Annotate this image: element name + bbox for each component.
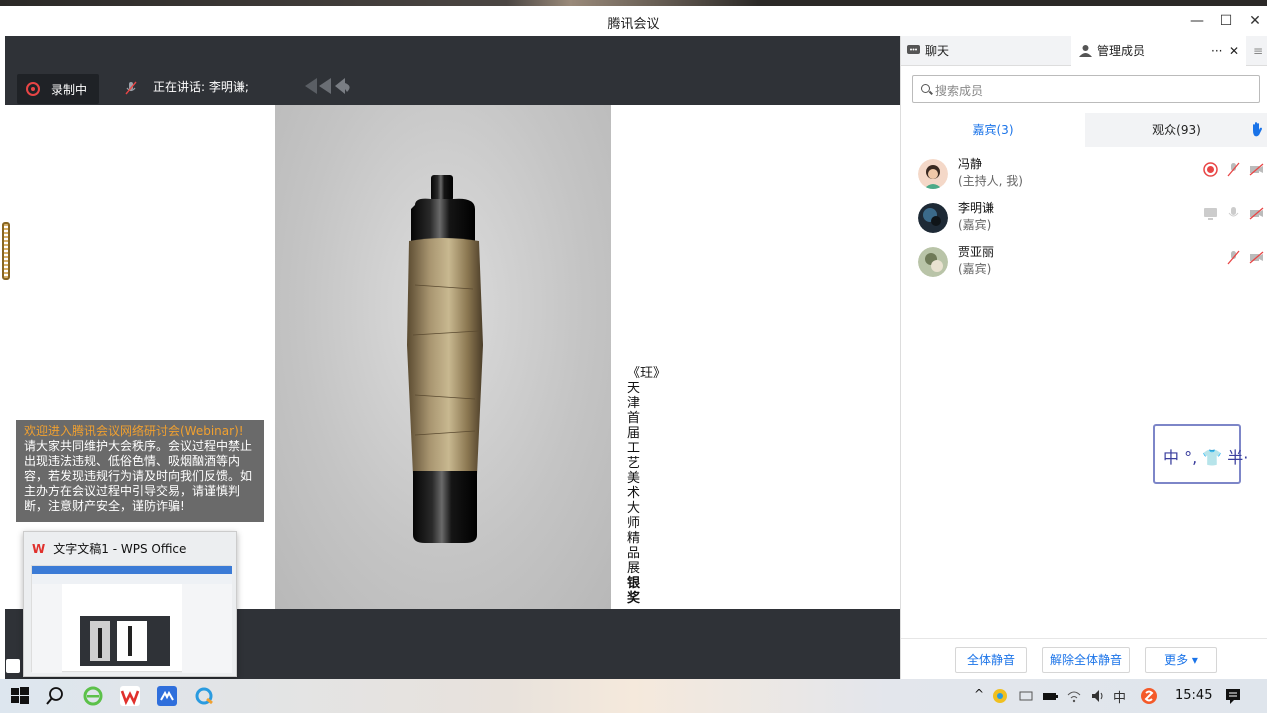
webinar-notice: 欢迎进入腾讯会议网络研讨会(Webinar)! 请大家共同维护大会秩序。会议过程…	[16, 420, 264, 522]
member-name: 李明谦	[958, 201, 995, 215]
wifi-icon[interactable]	[1066, 688, 1082, 704]
tab-members-label: 管理成员	[1097, 44, 1146, 58]
ie-browser-icon[interactable]	[82, 685, 104, 707]
caption-award: 银奖	[627, 576, 641, 606]
member-name: 冯静	[958, 157, 983, 171]
wps-taskbar-preview[interactable]: W 文字文稿1 - WPS Office	[23, 531, 237, 677]
camera-off-icon[interactable]	[1249, 206, 1264, 221]
avatar	[918, 159, 948, 189]
avatar	[918, 247, 948, 277]
tab-chat[interactable]: 聊天	[901, 36, 1071, 66]
network-icon[interactable]	[1018, 688, 1034, 704]
tencent-meeting-icon[interactable]	[156, 685, 178, 707]
recording-indicator[interactable]: 录制中	[17, 74, 99, 104]
clock[interactable]: 15:45	[1175, 688, 1212, 703]
minimize-button[interactable]: —	[1187, 12, 1207, 30]
tray-app-icon[interactable]	[992, 688, 1008, 704]
wps-preview-thumbnail	[31, 565, 232, 673]
person-icon	[1079, 45, 1092, 57]
windows-start-icon[interactable]	[9, 685, 31, 707]
ime-indicator[interactable]: 中	[1113, 687, 1126, 706]
search-icon[interactable]	[44, 685, 66, 707]
battery-icon[interactable]	[1042, 688, 1058, 704]
exhibition-caption: 《玨》天津首届工艺美术大师精品展 银奖	[627, 366, 667, 606]
caption-title: 《玨》天津首届工艺美术大师精品展	[627, 366, 667, 576]
video-top-bar: 录制中 正在讲话: 李明谦;	[5, 36, 900, 105]
search-icon	[921, 84, 930, 93]
recording-label: 录制中	[51, 83, 88, 97]
member-panel: 聊天 管理成员 ··· ✕ ≡ 搜索成员 嘉宾(3) 观众(93) 冯静 (主持…	[900, 36, 1267, 679]
signal-quality-icon	[305, 78, 350, 94]
screen-share-icon[interactable]	[6, 659, 20, 673]
chat-icon	[907, 45, 920, 54]
tab-chat-label: 聊天	[925, 44, 950, 58]
member-role: (主持人, 我)	[958, 174, 1023, 188]
role-tabs: 嘉宾(3) 观众(93)	[901, 113, 1267, 147]
mic-icon[interactable]	[1226, 206, 1241, 221]
more-button[interactable]: 更多 ▾	[1145, 647, 1217, 673]
record-icon	[1203, 162, 1218, 177]
panel-menu-icon[interactable]: ≡	[1253, 36, 1263, 66]
unmute-all-button[interactable]: 解除全体静音	[1042, 647, 1130, 673]
member-row[interactable]: 贾亚丽 (嘉宾)	[901, 242, 1267, 286]
document-thumbnail	[32, 566, 232, 673]
tab-close-button[interactable]: ✕	[1229, 36, 1239, 66]
tab-manage-members[interactable]: 管理成员 ··· ✕	[1071, 36, 1246, 66]
camera-off-icon[interactable]	[1249, 250, 1264, 265]
tab-guests[interactable]: 嘉宾(3)	[901, 113, 1085, 147]
member-search-input[interactable]: 搜索成员	[912, 75, 1260, 103]
ime-status-text: 中 °, 👕 半·	[1163, 448, 1249, 467]
wps-preview-header: W 文字文稿1 - WPS Office	[32, 540, 186, 557]
record-icon	[26, 82, 40, 96]
member-role: (嘉宾)	[958, 218, 992, 232]
member-row[interactable]: 冯静 (主持人, 我)	[901, 154, 1267, 198]
wps-logo-icon: W	[32, 542, 46, 556]
qq-browser-icon[interactable]	[193, 685, 215, 707]
muted-mic-icon[interactable]	[1226, 162, 1241, 177]
speaking-label: 正在讲话: 李明谦;	[153, 80, 249, 94]
raise-hand-icon[interactable]	[1250, 121, 1264, 137]
speaking-indicator: 正在讲话: 李明谦;	[125, 78, 249, 95]
mute-all-button[interactable]: 全体静音	[955, 647, 1027, 673]
tab-audience-label: 观众(93)	[1152, 123, 1201, 137]
member-actions: 全体静音 解除全体静音 更多 ▾	[901, 638, 1267, 679]
member-name: 贾亚丽	[958, 245, 995, 259]
floating-handle[interactable]	[2, 222, 10, 280]
notification-icon[interactable]	[1224, 687, 1242, 705]
notice-body: 请大家共同维护大会秩序。会议过程中禁止出现违法违规、低俗色情、吸烟酗酒等内容，若…	[24, 439, 253, 513]
maximize-button[interactable]: ☐	[1216, 12, 1236, 30]
screen-share-icon	[1204, 208, 1217, 220]
muted-mic-icon[interactable]	[1226, 250, 1241, 265]
sogou-ime-icon[interactable]	[1140, 687, 1158, 705]
ime-status-widget[interactable]: 中 °, 👕 半·	[1153, 424, 1248, 484]
close-button[interactable]: ✕	[1245, 12, 1265, 30]
muted-mic-icon	[125, 81, 137, 94]
member-role: (嘉宾)	[958, 262, 992, 276]
vase-photo	[275, 105, 611, 609]
wps-office-icon[interactable]	[119, 685, 141, 707]
avatar	[918, 203, 948, 233]
side-tab-bar: 聊天 管理成员 ··· ✕ ≡	[901, 36, 1267, 66]
wps-preview-title: 文字文稿1 - WPS Office	[53, 542, 187, 556]
tab-more-button[interactable]: ···	[1211, 36, 1222, 66]
windows-taskbar: ^ 中 15:45	[0, 679, 1267, 713]
tray-expand-icon[interactable]: ^	[974, 687, 984, 701]
camera-off-icon[interactable]	[1249, 162, 1264, 177]
title-bar[interactable]: 腾讯会议 — ☐ ✕	[0, 6, 1267, 36]
notice-title: 欢迎进入腾讯会议网络研讨会(Webinar)!	[24, 424, 244, 438]
search-placeholder: 搜索成员	[935, 84, 984, 98]
vase-illustration	[407, 175, 483, 543]
tab-audience[interactable]: 观众(93)	[1085, 113, 1267, 147]
member-row[interactable]: 李明谦 (嘉宾)	[901, 198, 1267, 242]
window-title: 腾讯会议	[607, 17, 660, 32]
volume-icon[interactable]	[1090, 688, 1106, 704]
